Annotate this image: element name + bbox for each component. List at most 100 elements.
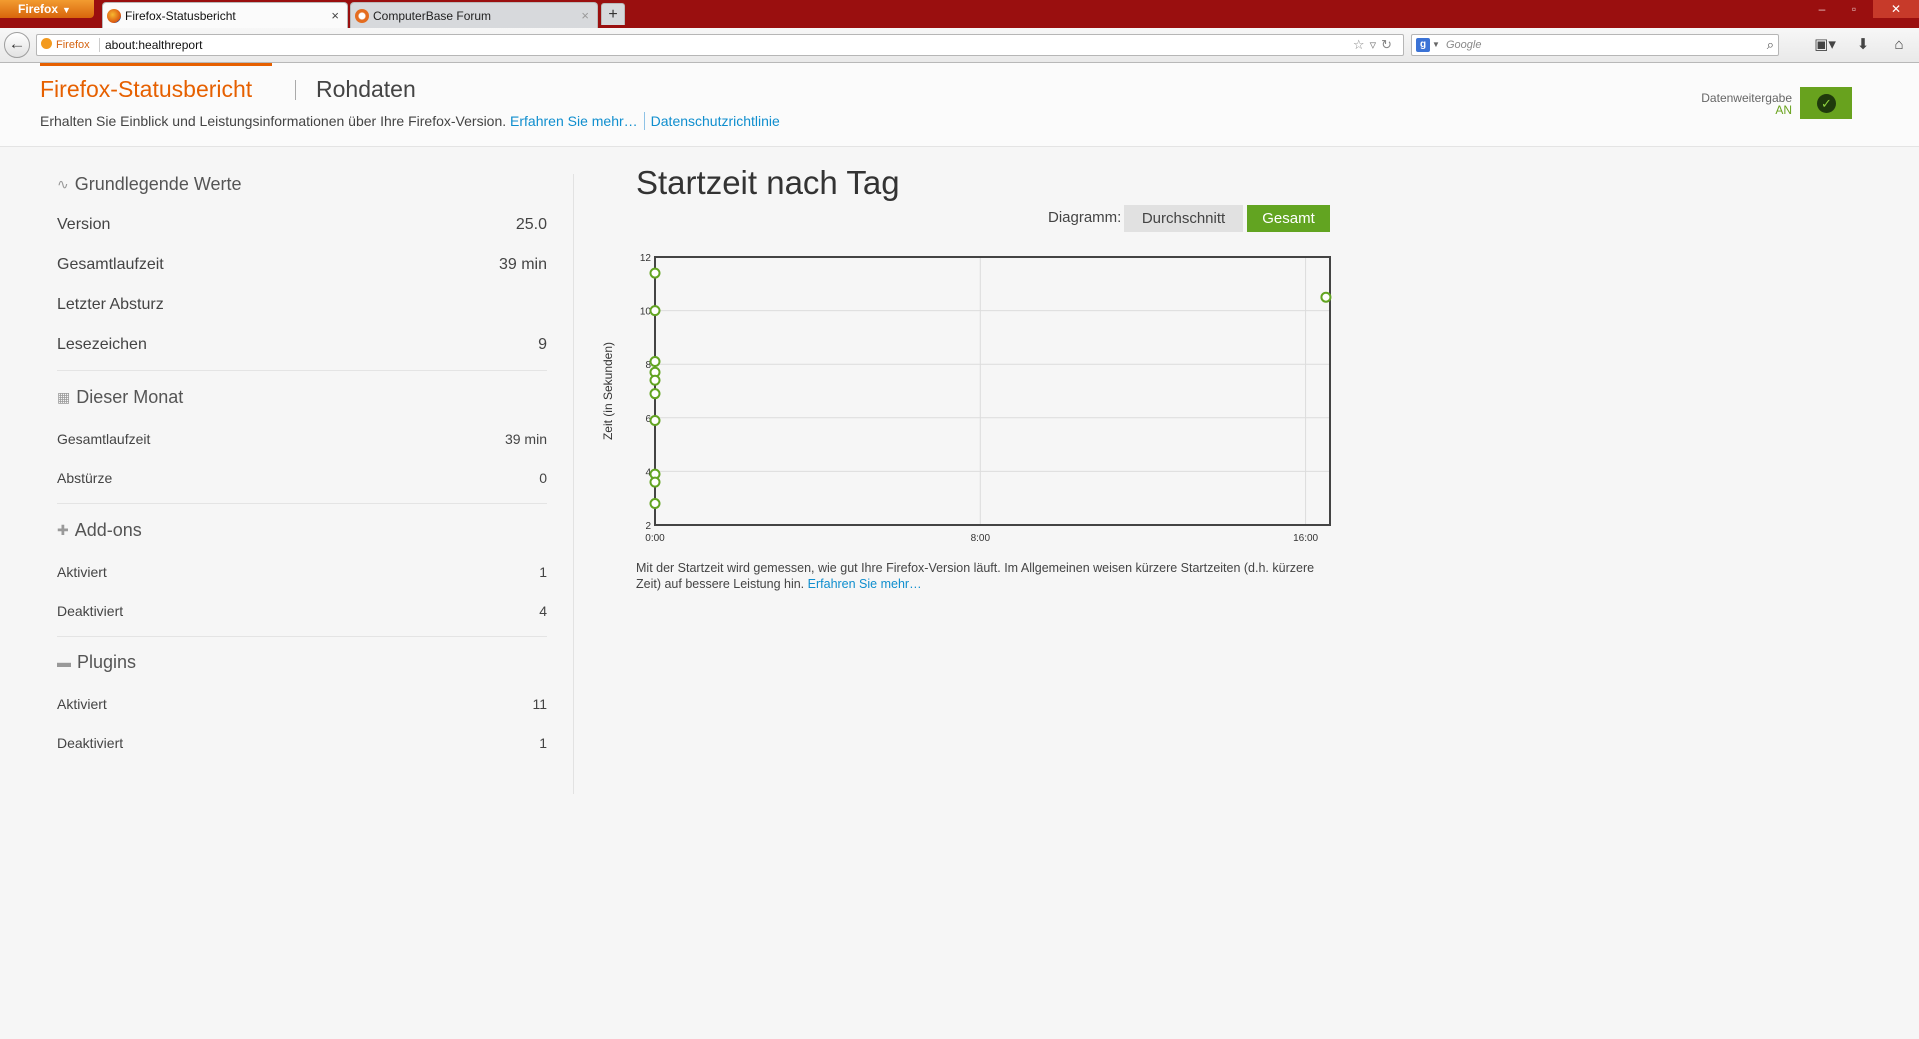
row-label: Aktiviert [57, 564, 107, 580]
row-label: Version [57, 216, 111, 233]
section-heading-addons: ✚ Add-ons [57, 520, 142, 541]
startup-time-chart: 246810120:00 8:00 16:00Zeit (in Sekunden) [601, 253, 1332, 544]
page-title[interactable]: Firefox-Statusbericht [40, 76, 252, 103]
row-label: Gesamtlaufzeit [57, 431, 151, 447]
firefox-icon [41, 38, 52, 49]
learn-more-link[interactable]: Erfahren Sie mehr… [510, 113, 638, 129]
row-label: Deaktiviert [57, 603, 124, 619]
search-icon[interactable]: ⌕ [1767, 35, 1774, 55]
y-tick-label: 12 [640, 253, 652, 264]
data-point [649, 374, 661, 386]
row-label: Lesezeichen [57, 336, 147, 353]
search-input[interactable]: Google [1446, 35, 1481, 55]
section-heading-this-month: ▦ Dieser Monat [57, 387, 183, 408]
search-bar[interactable]: g ▼ Google ⌕ [1411, 34, 1779, 56]
active-tab-indicator [40, 63, 272, 66]
title-divider [295, 80, 296, 100]
calendar-icon: ▦ [57, 389, 71, 405]
section-heading-plugins: ▬ Plugins [57, 652, 136, 673]
y-axis-label: Zeit (in Sekunden) [601, 342, 615, 440]
firefox-menu-button[interactable]: Firefox ▼ [0, 0, 94, 18]
row-value: 39 min [504, 431, 547, 447]
row-value: 0 [539, 470, 547, 486]
plugin-icon: ▬ [57, 654, 71, 670]
close-tab-icon[interactable]: × [581, 3, 589, 29]
total-button[interactable]: Gesamt [1247, 205, 1330, 232]
average-button[interactable]: Durchschnitt [1124, 205, 1243, 232]
description-text: Mit der Startzeit wird gemessen, wie gut… [636, 561, 1315, 591]
link-divider [643, 112, 645, 130]
row-value: 4 [539, 603, 547, 619]
heading-text: Plugins [77, 652, 137, 672]
data-sharing-state: AN [1775, 103, 1792, 117]
data-point [649, 414, 661, 426]
sidebar-divider [573, 174, 574, 794]
section-divider [57, 370, 547, 371]
raw-data-tab[interactable]: Rohdaten [316, 76, 416, 103]
x-tick-label: 16:00 [1293, 533, 1318, 544]
tab-label: ComputerBase Forum [373, 9, 492, 23]
url-bar[interactable]: Firefox about:healthreport ☆▿↻ [36, 34, 1404, 56]
row-value: 1 [539, 564, 547, 580]
y-tick-label: 10 [640, 307, 652, 318]
data-point [649, 388, 661, 400]
row-label: Aktiviert [57, 696, 107, 712]
section-heading-basics: ∿ Grundlegende Werte [57, 174, 242, 195]
heading-text: Grundlegende Werte [74, 174, 242, 194]
close-tab-icon[interactable]: × [331, 3, 339, 29]
navigation-toolbar: ← Firefox about:healthreport ☆▿↻ g ▼ Goo… [0, 28, 1919, 63]
x-tick-label: 8:00 [971, 533, 991, 544]
pulse-icon: ∿ [57, 176, 69, 192]
chevron-down-icon: ▼ [62, 5, 71, 15]
row-label: Deaktiviert [57, 735, 124, 751]
heading-text: Add-ons [74, 520, 142, 540]
data-point [649, 498, 661, 510]
diagram-label: Diagramm: [1048, 209, 1122, 226]
computerbase-icon [355, 9, 369, 23]
back-button[interactable]: ← [4, 32, 30, 58]
maximize-icon[interactable]: ▫ [1839, 0, 1869, 18]
arrow-left-icon: ← [8, 34, 26, 53]
url-bar-icons: ☆▿↻ [1353, 35, 1397, 55]
window-close-icon[interactable]: ✕ [1873, 0, 1919, 18]
new-tab-button[interactable]: + [601, 3, 625, 25]
row-value: 39 min [498, 256, 547, 273]
data-point [1320, 291, 1332, 303]
site-identity[interactable]: Firefox [41, 35, 90, 55]
page-subtitle: Erhalten Sie Einblick und Leistungsinfor… [40, 112, 780, 130]
chart-description: Mit der Startzeit wird gemessen, wie gut… [636, 560, 1336, 592]
chart-title: Startzeit nach Tag [636, 164, 900, 201]
title-bar: Firefox ▼ Firefox-Statusbericht × Compute… [0, 0, 1919, 28]
heading-text: Dieser Monat [76, 387, 184, 407]
history-dropdown-icon[interactable]: ▿ [1370, 37, 1382, 52]
data-point [649, 476, 661, 488]
bookmarks-menu-icon[interactable]: ▣▾ [1810, 34, 1840, 56]
row-label: Gesamtlaufzeit [57, 256, 164, 273]
plot-frame [654, 256, 1331, 526]
firefox-icon [107, 9, 121, 23]
google-icon[interactable]: g [1416, 38, 1430, 52]
row-label: Letzter Absturz [57, 296, 164, 313]
row-value: 25.0 [515, 216, 547, 233]
reload-icon[interactable]: ↻ [1381, 37, 1397, 52]
data-sharing-toggle[interactable]: ✓ [1800, 87, 1852, 119]
tab-label: Firefox-Statusbericht [125, 9, 236, 23]
data-point [649, 305, 661, 317]
data-point [649, 356, 661, 368]
privacy-policy-link[interactable]: Datenschutzrichtlinie [651, 113, 780, 129]
page-header: Firefox-Statusbericht Rohdaten Erhalten … [0, 63, 1919, 147]
chevron-down-icon[interactable]: ▼ [1432, 35, 1440, 55]
download-icon[interactable]: ⬇ [1850, 34, 1876, 56]
identity-label: Firefox [56, 39, 90, 51]
minimize-icon[interactable]: – [1807, 0, 1837, 18]
tab-computerbase-forum[interactable]: ComputerBase Forum × [350, 2, 598, 28]
home-icon[interactable]: ⌂ [1886, 34, 1912, 56]
firefox-menu-label: Firefox [18, 2, 59, 16]
bookmark-star-icon[interactable]: ☆ [1353, 37, 1370, 52]
section-divider [57, 636, 547, 637]
url-text[interactable]: about:healthreport [105, 35, 202, 55]
subtitle-text: Erhalten Sie Einblick und Leistungsinfor… [40, 113, 507, 129]
chart-learn-more-link[interactable]: Erfahren Sie mehr… [808, 577, 922, 591]
url-separator [99, 38, 100, 52]
tab-firefox-statusbericht[interactable]: Firefox-Statusbericht × [102, 2, 348, 28]
